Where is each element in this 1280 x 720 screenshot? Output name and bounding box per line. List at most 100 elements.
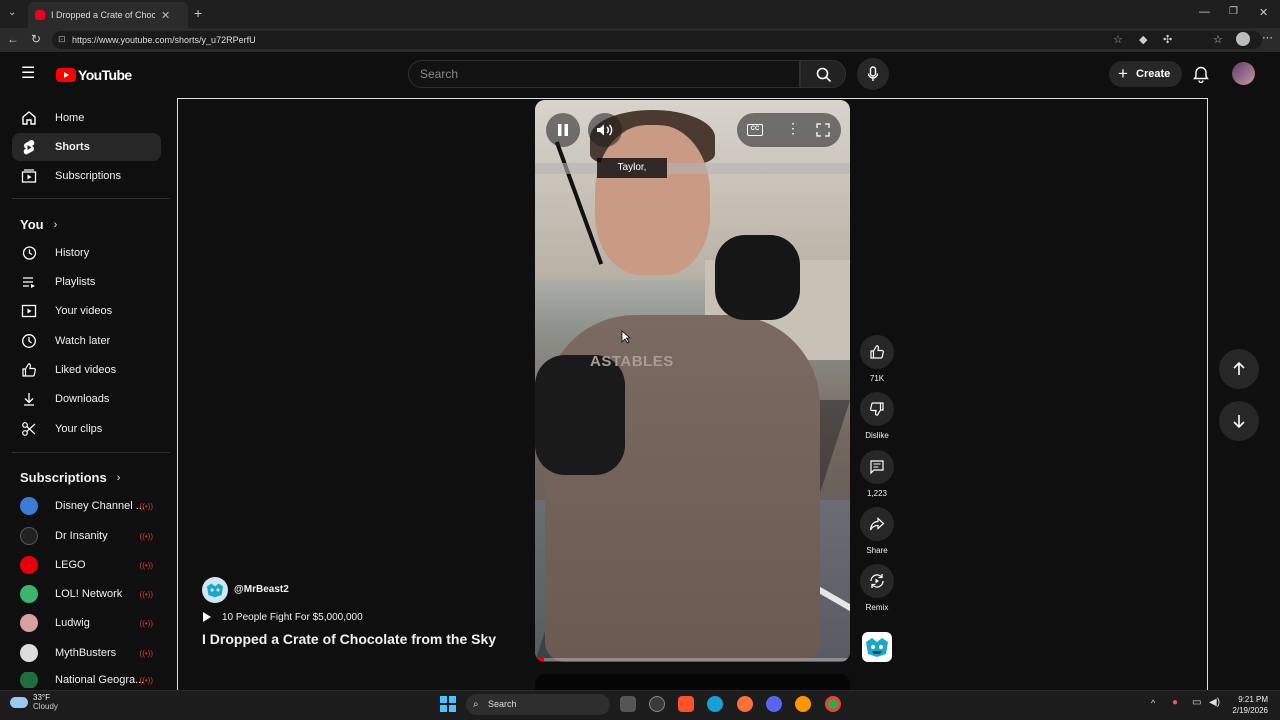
microphone-in-use-icon[interactable]: ● <box>1172 697 1178 708</box>
discord-icon[interactable] <box>766 696 782 712</box>
video-progress-bar[interactable] <box>535 658 850 661</box>
system-clock[interactable]: 9:21 PM 2/19/2026 <box>1226 694 1268 716</box>
like-action[interactable]: 71K <box>860 335 894 383</box>
site-info-icon[interactable]: ⊡ <box>58 34 66 45</box>
sound-channel-thumbnail[interactable] <box>862 632 892 662</box>
subscription-item[interactable]: LOL! Network ((•)) <box>20 584 155 604</box>
display-icon[interactable]: ▭ <box>1192 697 1201 708</box>
chrome-icon[interactable] <box>825 696 841 712</box>
channel-handle[interactable]: @MrBeast2 <box>234 584 289 595</box>
sidebar-item-history[interactable]: History <box>12 239 161 267</box>
remix-button[interactable] <box>860 564 894 598</box>
more-menu-icon[interactable]: ⋯ <box>1262 31 1273 44</box>
next-short-preview[interactable] <box>535 674 850 690</box>
sidebar-item-liked-videos[interactable]: Liked videos <box>12 356 161 384</box>
subscription-item[interactable]: Dr Insanity ((•)) <box>20 526 155 546</box>
play-icon <box>203 612 211 622</box>
minimize-icon[interactable]: — <box>1199 6 1210 18</box>
new-tab-icon[interactable]: + <box>194 5 202 21</box>
speaker-icon[interactable]: ◀) <box>1209 697 1220 708</box>
weather-widget[interactable]: 33°F Cloudy <box>10 693 58 711</box>
sidebar-item-shorts[interactable]: Shorts <box>12 133 161 161</box>
refresh-icon[interactable]: ↻ <box>31 32 41 46</box>
video-controls-group: CC ⋮ <box>737 113 841 147</box>
live-indicator-icon: ((•)) <box>139 501 153 511</box>
video-head <box>595 125 710 275</box>
arrow-up-icon <box>1233 361 1245 375</box>
share-button[interactable] <box>860 507 894 541</box>
subscription-item[interactable]: Ludwig ((•)) <box>20 613 155 633</box>
sidebar-item-watch-later[interactable]: Watch later <box>12 327 161 355</box>
live-indicator-icon: ((•)) <box>139 560 153 570</box>
firefox-nightly-icon[interactable] <box>795 696 811 712</box>
puzzle-icon[interactable]: ✣ <box>1163 33 1172 46</box>
sidebar-subscriptions-header[interactable]: Subscriptions › <box>20 470 120 485</box>
notifications-bell-icon[interactable] <box>1193 66 1209 83</box>
sidebar-item-home[interactable]: Home <box>12 104 161 132</box>
next-short-button[interactable] <box>1219 401 1259 441</box>
extension-icon[interactable]: ◆ <box>1139 33 1147 46</box>
pause-button[interactable] <box>546 113 580 147</box>
dislike-button[interactable] <box>860 392 894 426</box>
hamburger-menu-icon[interactable]: ☰ <box>21 66 35 82</box>
search-button[interactable] <box>800 60 846 88</box>
firefox-icon[interactable] <box>737 696 753 712</box>
sidebar-item-label: History <box>55 247 90 259</box>
close-tab-icon[interactable]: ✕ <box>161 9 170 22</box>
youtube-logo[interactable]: YouTube <box>56 67 132 83</box>
previous-short-button[interactable] <box>1219 349 1259 389</box>
sidebar-item-downloads[interactable]: Downloads <box>12 385 161 413</box>
fullscreen-icon[interactable] <box>816 123 830 137</box>
tab-list-icon[interactable]: ⌄ <box>8 7 16 18</box>
subscription-item[interactable]: MythBusters ((•)) <box>20 643 155 663</box>
favorite-icon[interactable]: ☆ <box>1113 33 1123 46</box>
back-icon[interactable]: ← <box>7 32 19 46</box>
sidebar-item-playlists[interactable]: Playlists <box>12 268 161 296</box>
close-window-icon[interactable]: ✕ <box>1259 6 1268 19</box>
closed-captions-icon[interactable]: CC <box>747 124 763 136</box>
sidebar-item-label: Your clips <box>55 423 103 435</box>
dislike-action[interactable]: Dislike <box>860 392 894 440</box>
remix-action[interactable]: Remix <box>860 564 894 612</box>
subscription-item[interactable]: National Geogra... ((•)) <box>20 672 155 688</box>
more-options-icon[interactable]: ⋮ <box>786 121 800 135</box>
sidebar-item-subscriptions[interactable]: Subscriptions <box>12 162 161 190</box>
video-progress-fill <box>535 658 545 661</box>
chevron-up-icon[interactable]: ^ <box>1151 698 1155 708</box>
search-icon <box>816 67 832 83</box>
profile-icon[interactable] <box>1236 32 1250 46</box>
restore-icon[interactable]: ❐ <box>1229 6 1238 17</box>
short-title[interactable]: I Dropped a Crate of Chocolate from the … <box>202 631 496 647</box>
sidebar-item-your-clips[interactable]: Your clips <box>12 415 161 443</box>
share-action[interactable]: Share <box>860 507 894 555</box>
sidebar-item-your-videos[interactable]: Your videos <box>12 297 161 325</box>
edge-browser-icon[interactable] <box>707 696 723 712</box>
taskbar-search[interactable]: ⌕ Search <box>466 694 610 715</box>
browser-tab[interactable]: I Dropped a Crate of Chocolat ✕ <box>28 2 188 28</box>
sidebar-you-header[interactable]: You › <box>20 217 57 232</box>
task-view-icon[interactable] <box>620 696 636 712</box>
subscription-item[interactable]: LEGO ((•)) <box>20 555 155 575</box>
search-input[interactable]: Search <box>408 60 800 88</box>
copilot-icon[interactable] <box>649 696 665 712</box>
brave-browser-icon[interactable] <box>678 696 694 712</box>
download-icon <box>20 391 37 408</box>
short-video-player[interactable]: ASTABLES Taylor, CC ⋮ <box>535 100 850 662</box>
url-field[interactable]: https://www.youtube.com/shorts/y_u72RPer… <box>52 31 1262 49</box>
subscription-item[interactable]: Disney Channel ... ((•)) <box>20 496 155 516</box>
account-avatar[interactable] <box>1232 62 1255 85</box>
comments-action[interactable]: 1,223 <box>860 450 894 498</box>
live-indicator-icon: ((•)) <box>139 675 153 685</box>
start-tile <box>440 705 447 712</box>
playlist-link[interactable]: 10 People Fight For $5,000,000 <box>202 611 363 623</box>
collections-icon[interactable]: ☆ <box>1213 33 1223 46</box>
voice-search-button[interactable] <box>857 58 889 90</box>
create-button[interactable]: + Create <box>1109 61 1182 87</box>
windows-start-icon[interactable] <box>440 696 456 712</box>
channel-avatar[interactable] <box>202 577 228 603</box>
comments-button[interactable] <box>860 450 894 484</box>
weather-temp: 33°F <box>33 693 50 702</box>
mrbeast-logo-icon <box>866 638 888 657</box>
like-button[interactable] <box>860 335 894 369</box>
volume-button[interactable] <box>588 113 622 147</box>
